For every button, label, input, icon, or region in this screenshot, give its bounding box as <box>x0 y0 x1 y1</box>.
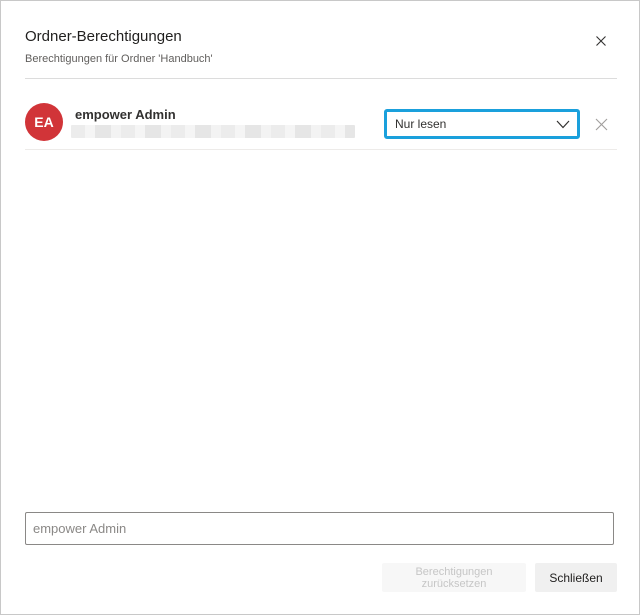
header-divider <box>25 78 617 79</box>
permission-level-dropdown[interactable]: Nur lesen <box>384 109 580 139</box>
close-button[interactable]: Schließen <box>535 563 617 592</box>
close-dialog-button[interactable] <box>589 29 613 53</box>
permissions-dialog: Ordner-Berechtigungen Berechtigungen für… <box>0 0 640 615</box>
user-search-input[interactable] <box>25 512 614 545</box>
dialog-subtitle: Berechtigungen für Ordner 'Handbuch' <box>25 53 213 65</box>
user-email-redacted <box>71 125 355 138</box>
reset-permissions-button[interactable]: Berechtigungen zurücksetzen <box>382 563 526 592</box>
close-icon <box>596 36 606 46</box>
dialog-title: Ordner-Berechtigungen <box>25 28 182 45</box>
close-icon <box>595 118 607 130</box>
chevron-down-icon <box>554 115 572 133</box>
avatar: EA <box>25 103 63 141</box>
user-name: empower Admin <box>75 107 176 122</box>
permission-row: EA empower Admin Nur lesen <box>25 97 617 150</box>
remove-permission-button[interactable] <box>591 114 611 134</box>
permission-level-value: Nur lesen <box>395 117 447 131</box>
